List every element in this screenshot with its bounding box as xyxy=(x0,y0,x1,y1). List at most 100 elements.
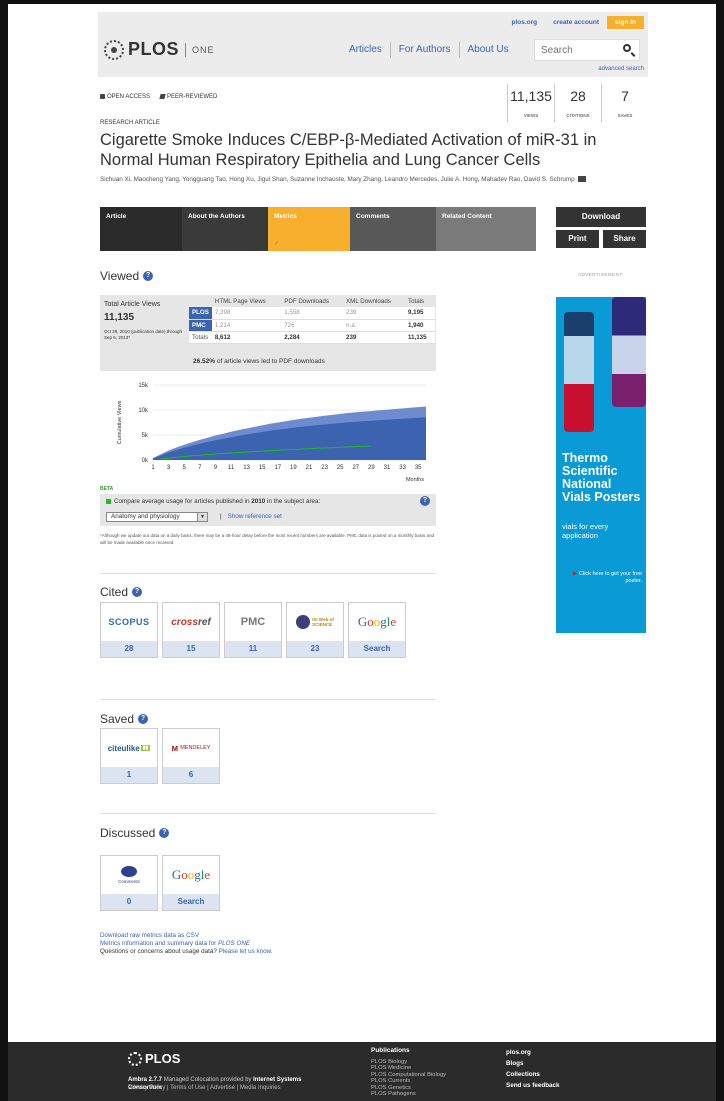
x-tick-label: 13 xyxy=(243,465,250,471)
tab-about-authors[interactable]: About the Authors xyxy=(182,207,268,251)
viewed-help-icon[interactable]: ? xyxy=(143,271,154,281)
email-icon[interactable] xyxy=(578,176,587,183)
comments-logo: Comments xyxy=(101,856,157,894)
crossref-tile[interactable]: cross ref 15 xyxy=(162,602,220,658)
table-row: PLOS 7,398 1,558 239 9,195 xyxy=(189,307,435,320)
metrics-info-link[interactable]: Metrics information and summary data for… xyxy=(100,940,250,947)
saves-counter[interactable]: 7 SAVES xyxy=(601,84,648,122)
tab-article[interactable]: Article xyxy=(100,207,182,251)
totals-html: 8,612 xyxy=(211,331,282,344)
footer-feedback-link[interactable]: Send us feedback xyxy=(506,1080,560,1091)
ref-separator: | xyxy=(220,513,222,520)
author-list: Sichuan Xi, Maocheng Yang, Yongguang Tao… xyxy=(100,174,590,186)
tab-article-label: Article xyxy=(106,213,127,220)
citeulike-logo: citeulike ▮▮ xyxy=(107,743,151,753)
search-icon[interactable] xyxy=(623,44,631,52)
x-tick-label: 35 xyxy=(415,465,422,471)
ambra-version: Ambra 2.7.7 xyxy=(128,1077,163,1083)
sign-in-button[interactable]: sign in xyxy=(607,16,644,29)
reference-set-group: | Show reference set xyxy=(220,513,282,520)
comments-tile[interactable]: Comments 0 xyxy=(100,855,158,911)
totals-label: Totals xyxy=(189,331,212,344)
pmc-count: 11 xyxy=(225,641,281,657)
footer-policy-links[interactable]: Privacy Policy | Terms of Use | Advertis… xyxy=(128,1085,281,1091)
data-footnote: *Although we update our data on a daily … xyxy=(100,533,434,545)
nav-about-us[interactable]: About Us xyxy=(460,42,517,58)
discussed-help-icon[interactable]: ? xyxy=(159,828,170,838)
cell-total: 1,940 xyxy=(404,319,435,332)
legend-swatch-icon xyxy=(106,498,111,504)
download-csv-link[interactable]: Download raw metrics data as CSV xyxy=(100,932,199,939)
x-tick-label: 27 xyxy=(352,465,359,471)
cell-html: 7,398 xyxy=(211,307,282,320)
footer-right-links: plos.org Blogs Collections Send us feedb… xyxy=(506,1047,560,1091)
views-counter[interactable]: 11,135 VIEWS xyxy=(507,84,554,122)
pdf-percentage: 26.52% of article views led to PDF downl… xyxy=(193,358,325,365)
google-scholar-logo: Google xyxy=(357,614,397,629)
y-axis-label: Cumulative Views xyxy=(117,400,123,444)
print-button[interactable]: Print xyxy=(556,230,599,248)
compare-text-pre: Compare average usage for articles publi… xyxy=(114,498,252,505)
y-tick-label: 10k xyxy=(138,408,149,414)
cited-help-icon[interactable]: ? xyxy=(132,587,143,597)
footer-plos-logo[interactable]: PLOS xyxy=(128,1051,180,1066)
nav-articles[interactable]: Articles xyxy=(341,42,391,58)
citations-counter[interactable]: 28 CITATIONS xyxy=(554,84,601,122)
google-scholar-search: Search xyxy=(349,641,405,657)
footer-plos-org-link[interactable]: plos.org xyxy=(506,1047,560,1058)
logo-divider xyxy=(185,42,187,57)
cumulative-views-chart: 15k10k5k0k1 3 5 7 9 11 13 15 17 19 21 23 25 27 29 31 33 3… xyxy=(117,383,426,483)
footer-collections-link[interactable]: Collections xyxy=(506,1069,560,1080)
section-divider xyxy=(100,699,436,700)
table-totals-row: Totals 8,612 2,284 239 11,135 xyxy=(189,331,435,344)
publications-list: PLOS Biology PLOS Medicine PLOS Computat… xyxy=(371,1059,446,1097)
discussed-heading: Discussed? xyxy=(100,826,170,840)
x-tick-label: 17 xyxy=(274,465,281,471)
scopus-tile[interactable]: SCOPUS 28 xyxy=(100,602,158,658)
footer-blogs-link[interactable]: Blogs xyxy=(506,1058,560,1069)
plos-one-logo[interactable]: PLOS ONE xyxy=(104,39,215,60)
x-tick-label: 7 xyxy=(198,465,202,471)
row-source: PMC xyxy=(189,319,212,332)
mendeley-tile[interactable]: ᴍ MENDELEY 6 xyxy=(162,728,220,784)
saves-count: 7 xyxy=(621,88,629,104)
saved-help-icon[interactable]: ? xyxy=(138,714,149,724)
crossref-logo: cross ref xyxy=(171,616,211,628)
plos-org-link[interactable]: plos.org xyxy=(504,16,546,29)
access-badges: OPEN ACCESS PEER-REVIEWED xyxy=(100,94,217,100)
viewed-heading: Viewed? xyxy=(100,269,154,283)
x-tick-label: 9 xyxy=(214,465,218,471)
thermo-vials-ad[interactable]: Thermo Scientific National Vials Posters… xyxy=(556,297,646,633)
citeulike-tile[interactable]: citeulike ▮▮ 1 xyxy=(100,728,158,784)
let-us-know-link[interactable]: Please let us know. xyxy=(219,948,273,955)
advanced-search-link[interactable]: advanced search xyxy=(598,66,644,72)
cell-pdf: 1,558 xyxy=(281,307,344,320)
tab-related-content[interactable]: Related Content xyxy=(436,207,536,251)
site-header: plos.org create account sign in PLOS ONE… xyxy=(98,12,648,77)
google-scholar-tile[interactable]: Google Search xyxy=(348,602,406,658)
vial-image xyxy=(564,312,594,432)
cited-heading-text: Cited xyxy=(100,585,129,599)
show-reference-set-link[interactable]: Show reference set xyxy=(228,513,282,520)
download-button[interactable]: Download xyxy=(556,207,646,227)
metrics-info-text: Metrics information and summary data for xyxy=(100,940,218,947)
google-blogs-tile[interactable]: Google Search xyxy=(162,855,220,911)
create-account-link[interactable]: create account xyxy=(545,16,607,29)
chevron-down-icon[interactable]: ▼ xyxy=(197,513,207,521)
logo-word: PLOS xyxy=(128,39,180,59)
ad-cta[interactable]: ▶ Click here to get your free poster. xyxy=(568,571,642,585)
tab-metrics[interactable]: Metrics ✓ xyxy=(268,207,350,251)
isi-tile[interactable]: ISI Web of SCIENCE 23 xyxy=(286,602,344,658)
y-tick-label: 0k xyxy=(142,458,149,464)
pmc-tile[interactable]: PMC 11 xyxy=(224,602,282,658)
compare-help-icon[interactable]: ? xyxy=(420,496,430,506)
citations-count: 28 xyxy=(570,88,586,104)
subject-area-select[interactable]: Anatomy and physiology ▼ xyxy=(106,512,208,522)
pub-link[interactable]: PLOS Pathogens xyxy=(371,1091,446,1097)
pdf-percentage-value: 26.52% xyxy=(193,358,216,365)
tab-comments[interactable]: Comments xyxy=(350,207,436,251)
share-button[interactable]: Share xyxy=(603,230,646,248)
viewed-heading-text: Viewed xyxy=(100,269,140,283)
search-input[interactable] xyxy=(535,40,615,60)
nav-for-authors[interactable]: For Authors xyxy=(391,42,460,58)
